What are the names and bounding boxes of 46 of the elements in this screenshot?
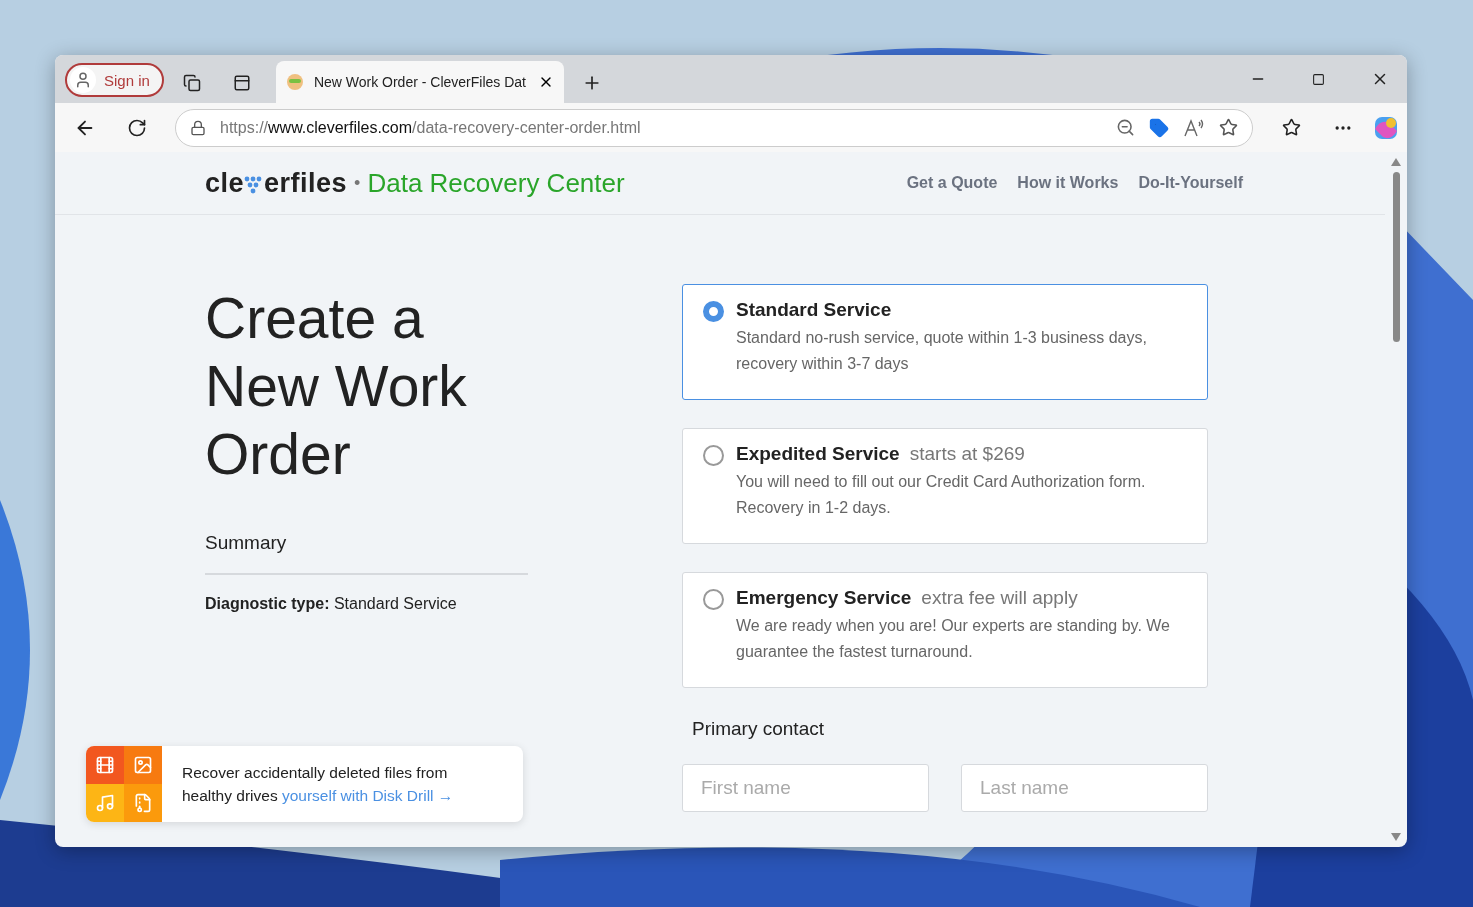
service-name: Standard Service	[736, 299, 892, 321]
sign-in-button[interactable]: Sign in	[65, 63, 164, 97]
tab-title: New Work Order - CleverFiles Dat	[313, 74, 527, 90]
user-icon	[74, 71, 92, 89]
promo-text: Recover accidentally deleted files from healthy drives yourself with Disk Drill →	[181, 763, 455, 806]
music-icon	[95, 793, 115, 813]
radio-button[interactable]	[703, 301, 724, 322]
site-title: Data Recovery Center	[367, 167, 625, 199]
nav-link[interactable]: How it Works	[1017, 174, 1119, 192]
service-description: We are ready when you are! Our experts are standing by. We guarantee the fastest turnaround.	[736, 616, 1171, 662]
promo-banner[interactable]: Recover accidentally deleted files from healthy drives yourself with Disk Drill →	[86, 746, 523, 822]
zoom-out-icon[interactable]	[1116, 118, 1135, 137]
address-bar[interactable]: https://www.cleverfiles.com/data-recovery-center-order.html	[175, 108, 1253, 147]
service-option-card[interactable]: Standard Service Standard no-rush service, quote within 1-3 business days, recovery within 3-7 days	[682, 284, 1208, 400]
service-option-card[interactable]: Expedited Service starts at $269 You will need to fill out our Credit Card Authorization form. Recovery in 1-2 days.	[682, 428, 1208, 544]
radio-button[interactable]	[703, 445, 724, 466]
image-icon	[133, 755, 153, 775]
summary-title: Summary	[205, 532, 528, 575]
service-note: extra fee will apply	[921, 587, 1078, 609]
scroll-down-icon[interactable]	[1391, 833, 1401, 841]
film-icon	[95, 755, 115, 775]
service-option-card[interactable]: Emergency Service extra fee will apply We are ready when you are! Our experts are standing by. We guarantee the fastest turnaround.	[682, 572, 1208, 688]
lock-icon	[190, 119, 206, 136]
url-text: https://www.cleverfiles.com/data-recovery-center-order.html	[220, 118, 642, 137]
scroll-up-icon[interactable]	[1391, 158, 1401, 166]
read-aloud-icon[interactable]	[1183, 117, 1205, 138]
tag-icon[interactable]	[1149, 117, 1169, 138]
scrollbar-thumb[interactable]	[1392, 172, 1400, 342]
input-field[interactable]: Last name	[961, 764, 1208, 812]
logo[interactable]: cle erfiles	[205, 167, 348, 199]
radio-button[interactable]	[703, 589, 724, 610]
service-description: Standard no-rush service, quote within 1-3 business days, recovery within 3-7 days	[736, 328, 1148, 374]
page-heading: Create a New Work Order	[205, 285, 468, 488]
archive-icon	[133, 793, 153, 813]
service-name: Expedited Service	[736, 443, 900, 465]
input-field[interactable]: First name	[682, 764, 929, 812]
service-name: Emergency Service	[736, 587, 912, 609]
service-description: You will need to fill out our Credit Card Authorization form. Recovery in 1-2 days.	[736, 472, 1147, 518]
favorite-star-icon[interactable]	[1219, 118, 1238, 137]
section-title: Primary contact	[691, 718, 825, 740]
service-note: starts at $269	[909, 443, 1025, 465]
summary-line: Diagnostic type: Standard Service	[205, 595, 458, 613]
browser-tab[interactable]: New Work Order - CleverFiles Dat	[275, 61, 564, 103]
nav-link[interactable]: Do-It-Yourself	[1138, 174, 1243, 192]
nav-link[interactable]: Get a Quote	[906, 174, 998, 192]
separator-dot: •	[354, 172, 361, 194]
